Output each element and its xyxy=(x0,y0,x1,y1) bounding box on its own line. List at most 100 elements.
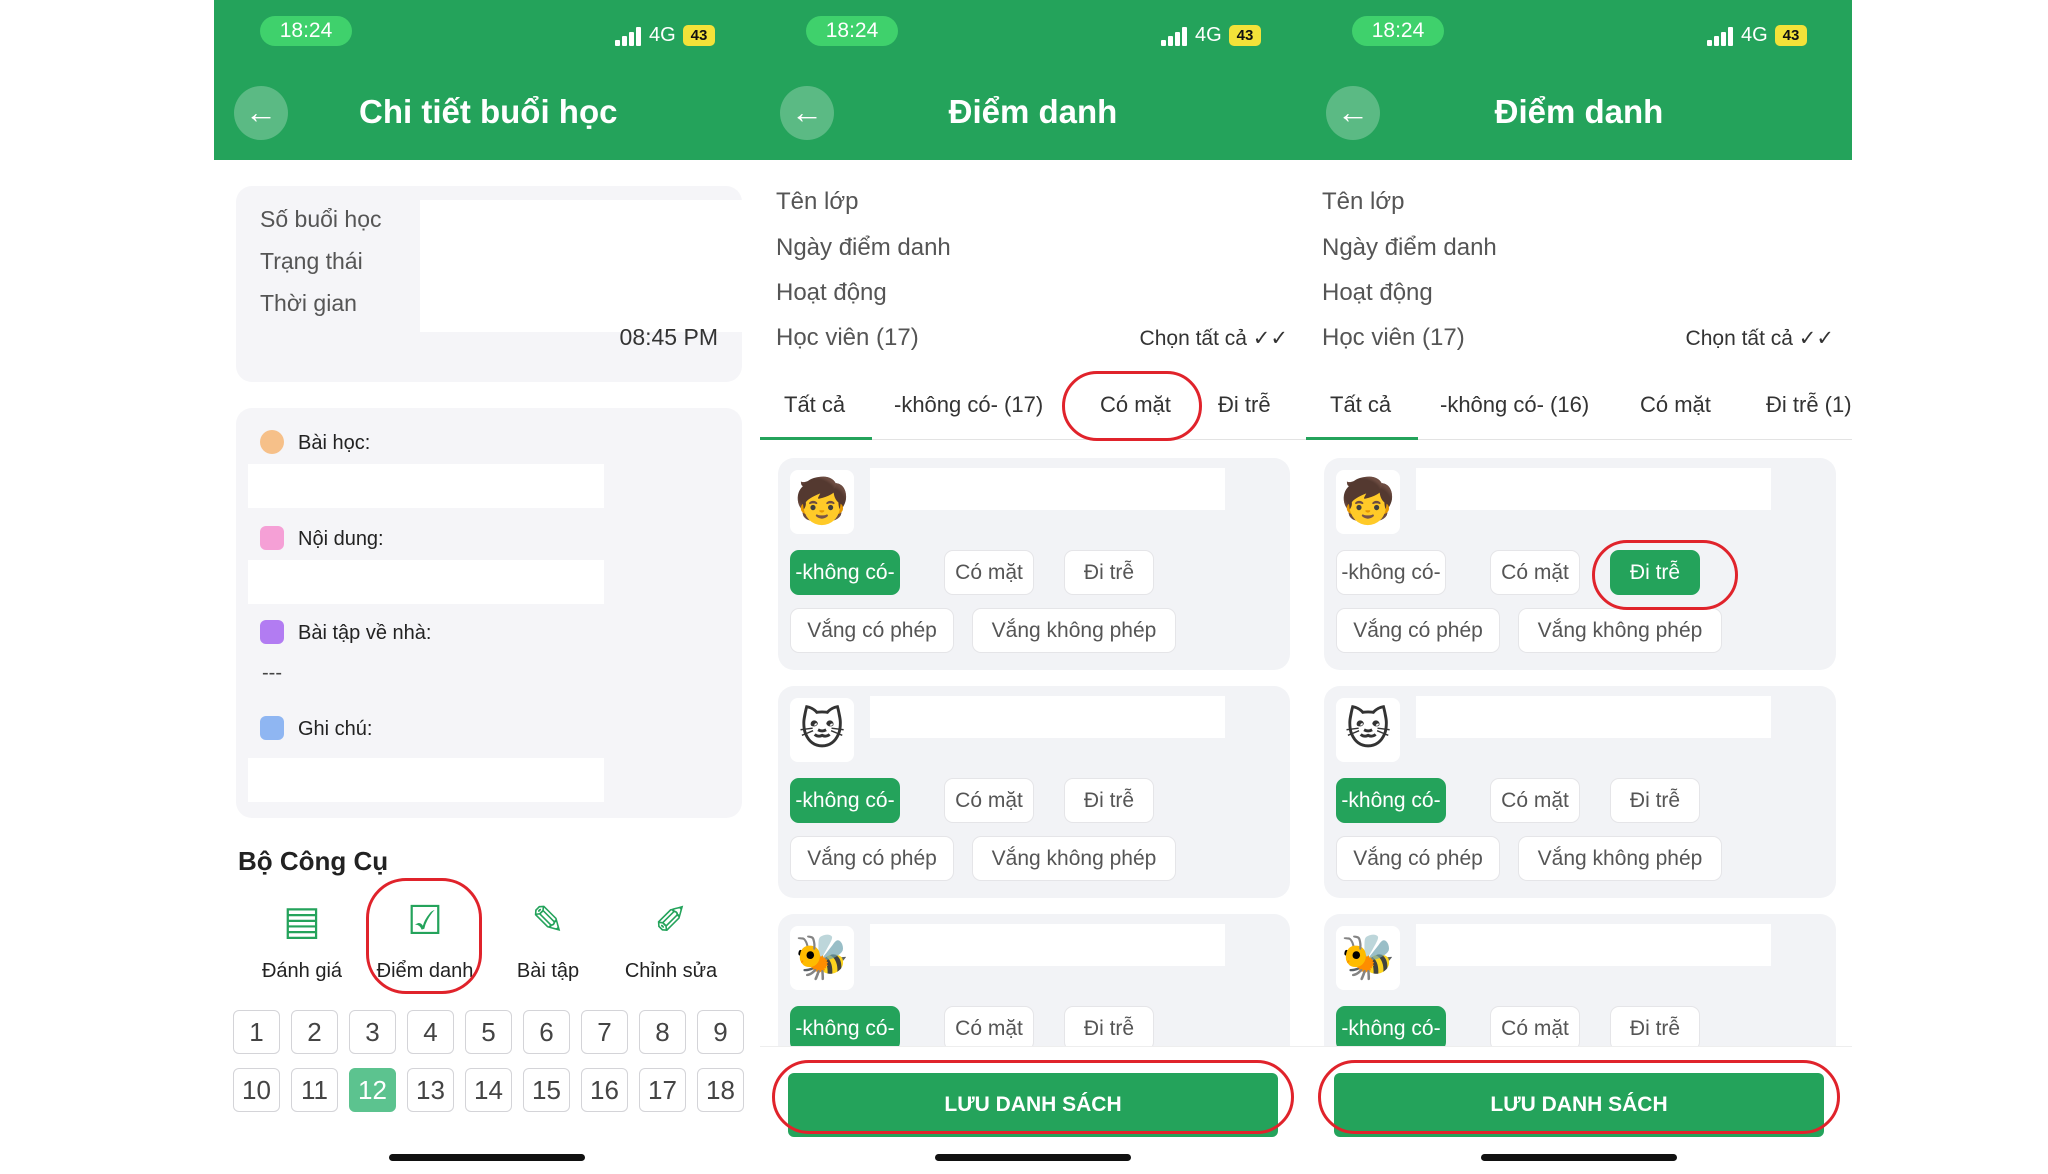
redacted-info xyxy=(420,200,742,332)
status-option[interactable]: Vắng không phép xyxy=(1518,608,1722,653)
status-option[interactable]: Có mặt xyxy=(1490,1006,1580,1051)
page-title: Điểm danh xyxy=(948,93,1118,130)
tab-late[interactable]: Đi trễ xyxy=(1218,392,1271,418)
status-option[interactable]: -không có- xyxy=(1336,550,1446,595)
homework-value: --- xyxy=(262,662,282,684)
status-option[interactable]: Vắng có phép xyxy=(1336,836,1500,881)
tab-none[interactable]: -không có- (16) xyxy=(1440,392,1589,418)
status-option[interactable]: Có mặt xyxy=(1490,778,1580,823)
home-indicator xyxy=(935,1154,1131,1161)
status-time: 18:24 xyxy=(806,16,898,46)
highlight-ring xyxy=(1592,540,1738,610)
status-option[interactable]: Đi trễ xyxy=(1610,778,1700,823)
session-number-button[interactable]: 5 xyxy=(465,1010,512,1054)
back-arrow-icon[interactable]: ← xyxy=(234,86,288,140)
tool-edit[interactable]: ✐ Chỉnh sửa xyxy=(616,892,726,983)
session-number-button[interactable]: 2 xyxy=(291,1010,338,1054)
status-option[interactable]: Có mặt xyxy=(1490,550,1580,595)
select-all-label: Chọn tất cả xyxy=(1685,327,1793,350)
tab-all[interactable]: Tất cả xyxy=(784,392,845,418)
session-number-button[interactable]: 6 xyxy=(523,1010,570,1054)
battery-icon: 43 xyxy=(1229,25,1261,46)
tool-label: Chỉnh sửa xyxy=(624,960,718,982)
pencil-sparkle-icon: ✎ xyxy=(531,899,565,943)
tab-late[interactable]: Đi trễ (1) xyxy=(1766,392,1852,418)
status-option[interactable]: -không có- xyxy=(1336,1006,1446,1051)
session-number-button[interactable]: 14 xyxy=(465,1068,512,1112)
label-time: Thời gian xyxy=(260,290,357,316)
status-time: 18:24 xyxy=(1352,16,1444,46)
session-number-button[interactable]: 15 xyxy=(523,1068,570,1112)
double-check-icon: ✓✓ xyxy=(1798,327,1834,350)
label-status: Trạng thái xyxy=(260,248,363,274)
tab-all[interactable]: Tất cả xyxy=(1330,392,1391,418)
tool-label: Đánh giá xyxy=(261,960,343,982)
status-option[interactable]: Vắng có phép xyxy=(1336,608,1500,653)
row-activity: Hoạt động xyxy=(1322,279,1433,306)
session-number-button[interactable]: 17 xyxy=(639,1068,686,1112)
star-icon xyxy=(260,716,284,740)
select-all-button[interactable]: Chọn tất cả ✓✓ xyxy=(1140,326,1288,351)
session-number-button[interactable]: 7 xyxy=(581,1010,628,1054)
session-number-button[interactable]: 9 xyxy=(697,1010,744,1054)
status-option[interactable]: Đi trễ xyxy=(1064,1006,1154,1051)
content-label: Nội dung: xyxy=(298,528,384,550)
student-avatar: 🐱 xyxy=(790,698,854,762)
session-number-button[interactable]: 12 xyxy=(349,1068,396,1112)
header: 18:24 4G 43 ← Điểm danh xyxy=(1306,0,1852,160)
status-option[interactable]: Có mặt xyxy=(944,550,1034,595)
screen-attendance-updated: 18:24 4G 43 ← Điểm danh Tên lớp Ngày điể… xyxy=(1306,0,1852,1174)
select-all-label: Chọn tất cả xyxy=(1139,327,1247,350)
redacted-student-name xyxy=(1416,924,1771,966)
session-number-button[interactable]: 16 xyxy=(581,1068,628,1112)
tool-homework[interactable]: ✎ Bài tập xyxy=(493,892,603,983)
select-all-button[interactable]: Chọn tất cả ✓✓ xyxy=(1686,326,1834,351)
status-option[interactable]: Có mặt xyxy=(944,1006,1034,1051)
student-avatar: 🐝 xyxy=(1336,926,1400,990)
status-option[interactable]: Vắng không phép xyxy=(972,836,1176,881)
session-number-button[interactable]: 10 xyxy=(233,1068,280,1112)
session-number-button[interactable]: 18 xyxy=(697,1068,744,1112)
lightbulb-icon xyxy=(260,430,284,454)
row-class-name: Tên lớp xyxy=(776,188,859,215)
status-option[interactable]: Vắng không phép xyxy=(1518,836,1722,881)
signal-icon xyxy=(1161,26,1189,46)
status-option[interactable]: Vắng có phép xyxy=(790,608,954,653)
session-number-button[interactable]: 8 xyxy=(639,1010,686,1054)
tab-none[interactable]: -không có- (17) xyxy=(894,392,1043,418)
note-label: Ghi chú: xyxy=(298,718,373,740)
redacted-student-name xyxy=(870,924,1225,966)
status-option[interactable]: Vắng không phép xyxy=(972,608,1176,653)
session-number-button[interactable]: 11 xyxy=(291,1068,338,1112)
session-number-button[interactable]: 4 xyxy=(407,1010,454,1054)
session-number-button[interactable]: 3 xyxy=(349,1010,396,1054)
time-value: 08:45 PM xyxy=(619,324,718,350)
highlight-ring xyxy=(1318,1060,1840,1134)
status-option[interactable]: -không có- xyxy=(790,1006,900,1051)
student-avatar: 🧒 xyxy=(790,470,854,534)
status-option[interactable]: Đi trễ xyxy=(1610,1006,1700,1051)
network-label: 4G xyxy=(1195,24,1222,46)
redacted-student-name xyxy=(1416,696,1771,738)
student-card: 🐱 -không có- Có mặt Đi trễ Vắng có phép Vắng … xyxy=(778,686,1290,898)
screen-lesson-detail: 18:24 4G 43 ← Chi tiết buổi học Số buổi … xyxy=(214,0,760,1174)
tool-evaluate[interactable]: ▤ Đánh giá xyxy=(247,892,357,983)
status-option[interactable]: -không có- xyxy=(790,550,900,595)
student-card: 🐱 -không có- Có mặt Đi trễ Vắng có phép Vắng … xyxy=(1324,686,1836,898)
status-option[interactable]: -không có- xyxy=(1336,778,1446,823)
status-option[interactable]: Có mặt xyxy=(944,778,1034,823)
status-option[interactable]: Đi trễ xyxy=(1064,550,1154,595)
session-number-button[interactable]: 13 xyxy=(407,1068,454,1112)
header: 18:24 4G 43 ← Điểm danh xyxy=(760,0,1306,160)
status-option[interactable]: -không có- xyxy=(790,778,900,823)
status-option[interactable]: Đi trễ xyxy=(1064,778,1154,823)
session-info-card: Số buổi học Trạng thái Thời gian 08:45 P… xyxy=(236,186,742,382)
student-avatar: 🐝 xyxy=(790,926,854,990)
filter-tabs: Tất cả -không có- (16) Có mặt Đi trễ (1) xyxy=(1306,368,1852,440)
session-number-button[interactable]: 1 xyxy=(233,1010,280,1054)
status-option[interactable]: Vắng có phép xyxy=(790,836,954,881)
status-time: 18:24 xyxy=(260,16,352,46)
row-students: Học viên (17) xyxy=(1322,324,1465,351)
tab-present[interactable]: Có mặt xyxy=(1640,392,1711,418)
battery-icon: 43 xyxy=(683,25,715,46)
